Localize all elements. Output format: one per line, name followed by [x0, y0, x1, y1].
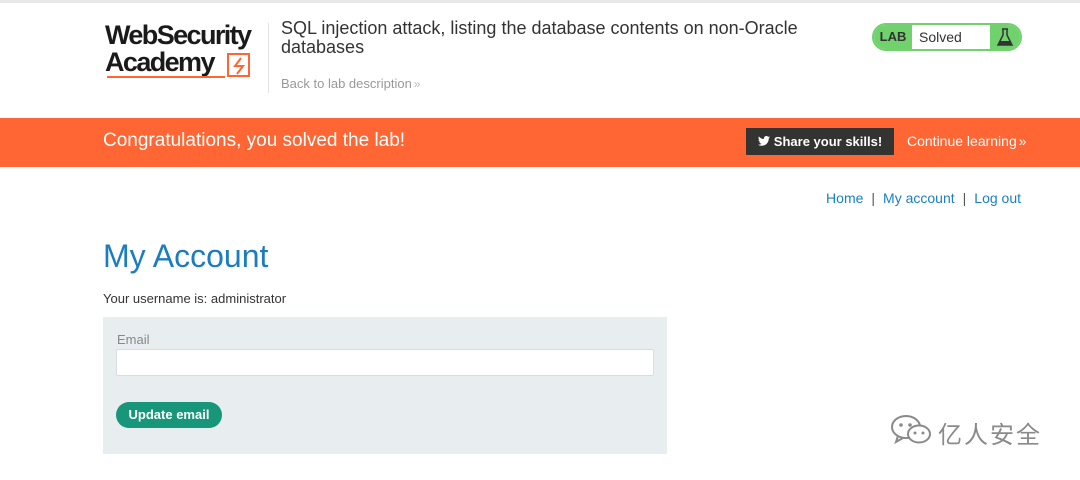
- nav-my-account-link[interactable]: My account: [883, 190, 955, 206]
- header-divider: [268, 23, 269, 93]
- email-field[interactable]: [116, 349, 654, 376]
- nav-separator: |: [962, 190, 967, 206]
- lab-status-widget: LAB Solved: [872, 23, 1022, 51]
- back-to-lab-description-link[interactable]: Back to lab description»: [281, 76, 420, 91]
- nav-separator: |: [871, 190, 876, 206]
- watermark-text: 亿人安全: [938, 421, 1042, 449]
- flask-icon: [990, 25, 1020, 49]
- email-label: Email: [117, 332, 150, 347]
- username-line: Your username is: administrator: [103, 291, 287, 306]
- wechat-watermark: 亿人安全: [890, 414, 1042, 450]
- logo-line-2: Academy: [105, 47, 215, 77]
- continue-learning-link[interactable]: Continue learning»: [907, 133, 1027, 149]
- web-security-academy-logo[interactable]: WebSecurity Academy: [105, 20, 270, 82]
- continue-learning-label: Continue learning: [907, 133, 1017, 149]
- lab-badge: LAB: [874, 25, 912, 49]
- back-link-label: Back to lab description: [281, 76, 412, 91]
- twitter-bird-icon: [757, 128, 770, 155]
- lab-status-text: Solved: [919, 29, 962, 45]
- solved-banner: Congratulations, you solved the lab! Sha…: [0, 118, 1080, 167]
- share-skills-button[interactable]: Share your skills!: [746, 128, 894, 155]
- double-chevron-right-icon: »: [413, 77, 421, 91]
- wechat-icon: [890, 413, 932, 452]
- congratulations-message: Congratulations, you solved the lab!: [103, 130, 406, 151]
- change-email-form: Email Update email: [103, 317, 667, 454]
- share-skills-label: Share your skills!: [773, 134, 883, 149]
- lightning-bolt-icon: [227, 53, 250, 77]
- page-title: My Account: [103, 238, 269, 274]
- nav-home-link[interactable]: Home: [826, 190, 863, 206]
- update-email-button[interactable]: Update email: [116, 402, 222, 428]
- logo-line-1: WebSecurity: [105, 20, 252, 50]
- header: WebSecurity Academy SQL injection attack…: [0, 0, 1080, 118]
- double-chevron-right-icon: »: [1018, 133, 1027, 149]
- top-navigation: Home | My account | Log out: [826, 190, 1021, 206]
- lab-title: SQL injection attack, listing the databa…: [281, 18, 798, 57]
- nav-log-out-link[interactable]: Log out: [974, 190, 1021, 206]
- logo-underline: [107, 76, 225, 78]
